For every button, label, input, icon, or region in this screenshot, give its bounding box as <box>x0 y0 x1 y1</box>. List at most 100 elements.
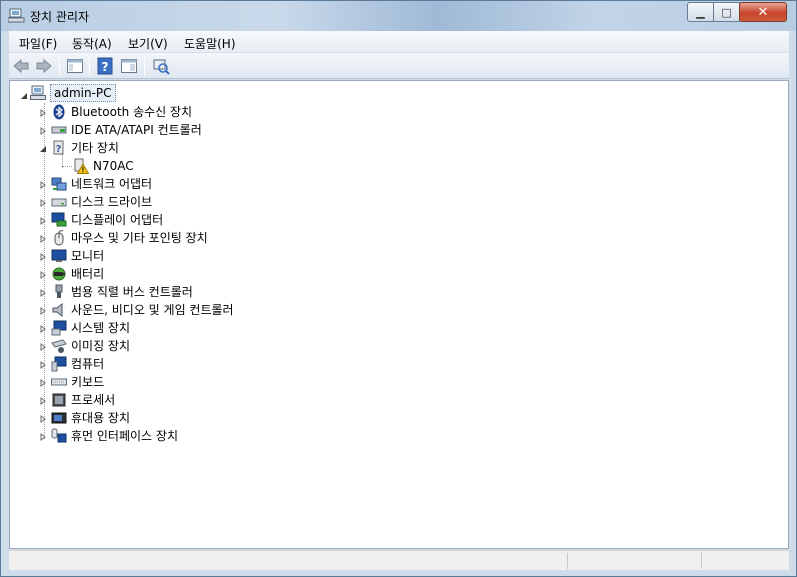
tree-item-label: 사운드, 비디오 및 게임 컨트롤러 <box>71 303 234 317</box>
tree-item-disk-drives[interactable]: 디스크 드라이브 <box>51 193 152 211</box>
expand-arrow-icon[interactable] <box>39 199 47 207</box>
tree-root-admin-pc[interactable]: admin-PC <box>30 84 116 102</box>
tree-item-processors[interactable]: 프로세서 <box>51 391 115 409</box>
ide-controller-icon <box>51 126 67 134</box>
tree-item-label: 기타 장치 <box>71 141 119 155</box>
tree-item-label: Bluetooth 송수신 장치 <box>71 105 193 119</box>
expand-arrow-icon[interactable] <box>39 307 47 315</box>
usb-icon <box>55 284 63 298</box>
expand-arrow-icon[interactable] <box>39 289 47 297</box>
monitor-icon <box>51 249 67 262</box>
status-divider <box>567 553 568 569</box>
expand-arrow-icon[interactable] <box>39 181 47 189</box>
forward-arrow-icon[interactable] <box>35 57 53 75</box>
expand-arrow-icon[interactable] <box>39 361 47 369</box>
tree-item-mouse[interactable]: 마우스 및 기타 포인팅 장치 <box>51 229 208 247</box>
tree-item-batteries[interactable]: 배터리 <box>51 265 104 283</box>
show-hide-tree-icon[interactable] <box>66 57 84 75</box>
expand-arrow-icon[interactable] <box>39 433 47 441</box>
tree-item-label: IDE ATA/ATAPI 컨트롤러 <box>71 123 202 137</box>
expand-arrow-icon[interactable] <box>39 235 47 243</box>
scan-hardware-icon[interactable] <box>152 57 170 75</box>
expand-arrow-icon[interactable] <box>39 271 47 279</box>
expand-arrow-icon[interactable] <box>39 109 47 117</box>
menu-view[interactable]: 보기(V) <box>128 35 168 52</box>
expand-arrow-icon[interactable] <box>39 217 47 225</box>
expand-arrow-icon[interactable] <box>39 325 47 333</box>
title-bar[interactable]: 장치 관리자 ▁ □ ✕ <box>1 1 796 31</box>
back-arrow-icon[interactable] <box>12 57 30 75</box>
expand-arrow-icon[interactable] <box>39 343 47 351</box>
expand-arrow-icon[interactable] <box>39 415 47 423</box>
tree-item-hid[interactable]: 휴먼 인터페이스 장치 <box>51 427 178 445</box>
tree-item-label: 마우스 및 기타 포인팅 장치 <box>71 231 208 245</box>
tree-item-label: 키보드 <box>71 375 105 389</box>
hid-icon <box>51 428 67 443</box>
tree-item-ide-ata[interactable]: IDE ATA/ATAPI 컨트롤러 <box>51 121 202 139</box>
help-icon[interactable]: ? <box>96 57 114 75</box>
tree-item-label: 컴퓨터 <box>71 357 105 371</box>
tree-item-sound-video[interactable]: 사운드, 비디오 및 게임 컨트롤러 <box>51 301 234 319</box>
tree-item-portable-devices[interactable]: 휴대용 장치 <box>51 409 130 427</box>
properties-icon[interactable] <box>120 57 138 75</box>
mouse-icon <box>54 230 64 246</box>
disk-drive-icon <box>51 198 67 207</box>
system-device-icon <box>51 320 67 336</box>
tree-item-keyboards[interactable]: 키보드 <box>51 373 104 391</box>
menu-help[interactable]: 도움말(H) <box>184 35 236 52</box>
tree-item-system-devices[interactable]: 시스템 장치 <box>51 319 130 337</box>
tree-item-other-devices[interactable]: ? 기타 장치 <box>51 139 119 157</box>
tree-item-computer[interactable]: 컴퓨터 <box>51 355 104 373</box>
svg-text:?: ? <box>56 144 62 155</box>
warning-device-icon <box>74 158 89 174</box>
tree-item-network-adapters[interactable]: 네트워크 어댑터 <box>51 175 152 193</box>
tree-item-label: N70AC <box>93 159 134 173</box>
unknown-device-icon: ? <box>53 140 64 155</box>
display-adapter-icon <box>51 212 67 227</box>
tree-item-usb-controllers[interactable]: 범용 직렬 버스 컨트롤러 <box>51 283 193 301</box>
maximize-button[interactable]: □ <box>713 2 740 22</box>
tree-item-imaging-devices[interactable]: 이미징 장치 <box>51 337 130 355</box>
expand-arrow-icon[interactable] <box>39 127 47 135</box>
menu-action[interactable]: 동작(A) <box>72 35 112 52</box>
expand-arrow-icon[interactable] <box>39 379 47 387</box>
tree-item-label: 네트워크 어댑터 <box>71 177 153 191</box>
device-tree[interactable]: admin-PC Bluetooth 송수신 장치 IDE ATA/ATAPI … <box>9 80 789 549</box>
tree-item-label: 디스플레이 어댑터 <box>71 213 164 227</box>
menu-bar: 파일(F) 동작(A) 보기(V) 도움말(H) <box>9 31 789 53</box>
device-manager-icon <box>8 8 25 23</box>
tree-item-label: 모니터 <box>71 249 105 263</box>
status-divider <box>701 553 702 569</box>
expand-arrow-icon[interactable] <box>39 397 47 405</box>
toolbar-separator <box>89 57 90 75</box>
battery-icon <box>52 267 66 281</box>
minimize-icon: ▁ <box>696 5 705 19</box>
tree-item-label: 휴대용 장치 <box>71 411 131 425</box>
tree-item-monitors[interactable]: 모니터 <box>51 247 104 265</box>
network-adapter-icon <box>51 177 67 191</box>
tree-item-label: 시스템 장치 <box>71 321 131 335</box>
tree-guide-line <box>62 166 72 167</box>
minimize-button[interactable]: ▁ <box>687 2 714 22</box>
close-button[interactable]: ✕ <box>739 2 787 22</box>
svg-text:?: ? <box>102 60 109 74</box>
tree-item-label: 디스크 드라이브 <box>71 195 153 209</box>
tree-item-display-adapters[interactable]: 디스플레이 어댑터 <box>51 211 163 229</box>
tree-item-label: 프로세서 <box>71 393 116 407</box>
keyboard-icon <box>51 378 67 386</box>
speaker-icon <box>52 302 63 318</box>
tree-item-n70ac[interactable]: N70AC <box>73 157 134 175</box>
tree-item-bluetooth[interactable]: Bluetooth 송수신 장치 <box>51 103 192 121</box>
toolbar-separator <box>59 57 60 75</box>
toolbar: ? <box>9 53 789 79</box>
maximize-icon: □ <box>721 5 732 19</box>
menu-file[interactable]: 파일(F) <box>19 35 57 52</box>
collapse-arrow-icon[interactable] <box>39 145 47 153</box>
processor-icon <box>52 393 66 407</box>
expand-arrow-icon[interactable] <box>39 253 47 261</box>
computer-icon <box>51 356 67 372</box>
window-title: 장치 관리자 <box>30 10 90 24</box>
imaging-device-icon <box>51 339 67 353</box>
tree-item-label: 범용 직렬 버스 컨트롤러 <box>71 285 193 299</box>
collapse-arrow-icon[interactable] <box>20 92 28 100</box>
